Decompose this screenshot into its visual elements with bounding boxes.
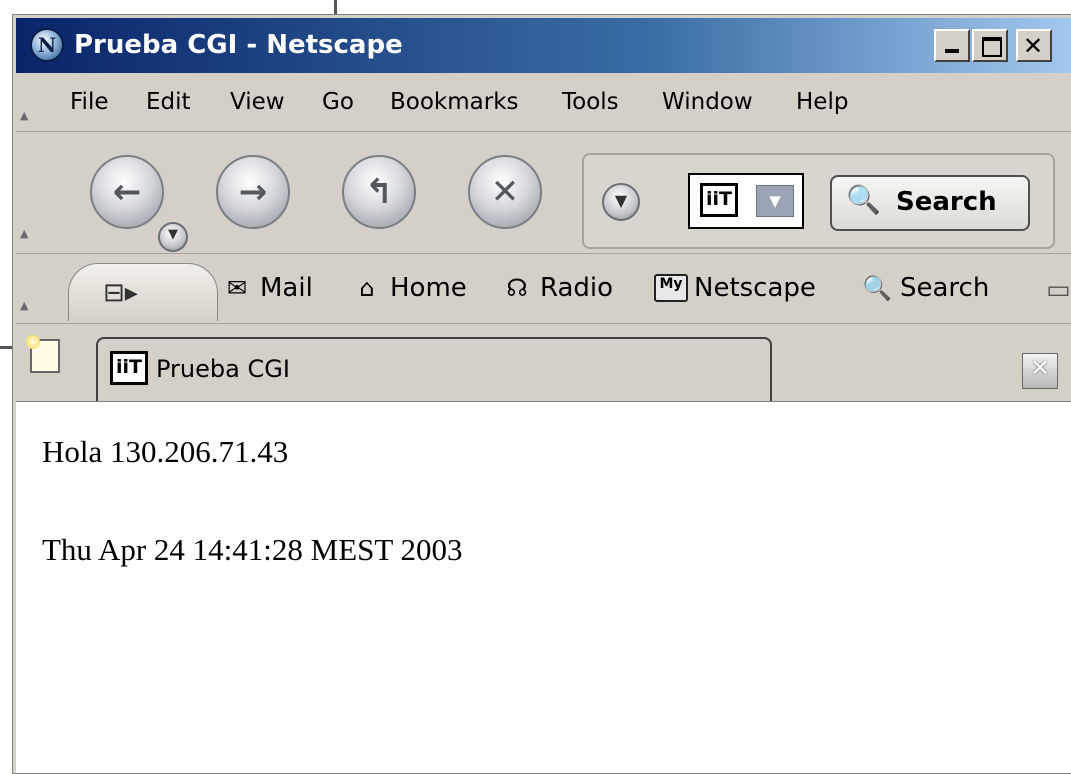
- menu-go[interactable]: Go: [322, 89, 354, 115]
- bookmark-radio-label: Radio: [540, 273, 614, 303]
- bookmark-search-label: Search: [900, 273, 990, 303]
- maximize-button[interactable]: [972, 29, 1008, 62]
- bookmark-home[interactable]: ⌂ Home: [350, 273, 467, 309]
- minimize-icon: [945, 49, 959, 53]
- search-group: ▼ iiT ▼ 🔍 Search: [582, 153, 1055, 249]
- bookmark-netscape-label: Netscape: [694, 273, 816, 303]
- close-tab-icon[interactable]: ✕: [1022, 353, 1058, 389]
- search-options-dropdown[interactable]: ▼: [602, 183, 640, 221]
- new-tab-icon[interactable]: [26, 335, 60, 373]
- page-content: Hola 130.206.71.43 Thu Apr 24 14:41:28 M…: [16, 401, 1071, 773]
- menubar-grip-icon[interactable]: ▲: [20, 109, 34, 122]
- tab-strip: iiT Prueba CGI ✕: [16, 325, 1071, 403]
- greeting-text: Hola 130.206.71.43: [42, 434, 289, 469]
- minimize-button[interactable]: [934, 29, 970, 62]
- search-button[interactable]: 🔍 Search: [830, 175, 1030, 231]
- background-divider-horizontal: [0, 346, 12, 349]
- menu-help[interactable]: Help: [796, 89, 848, 115]
- menu-window[interactable]: Window: [662, 89, 753, 115]
- bookmark-home-label: Home: [390, 273, 467, 303]
- search-button-label: Search: [896, 187, 997, 217]
- bookmark-search[interactable]: 🔍 Search: [860, 273, 989, 309]
- search-engine-select[interactable]: iiT ▼: [688, 173, 804, 229]
- bookmark-mail-label: Mail: [260, 273, 313, 303]
- navbar-grip-icon[interactable]: ▲: [20, 227, 34, 240]
- menu-edit[interactable]: Edit: [146, 89, 191, 115]
- stop-button[interactable]: ✕: [468, 155, 542, 229]
- forward-arrow-icon: →: [238, 172, 268, 212]
- personal-toolbar-grip-icon[interactable]: ▲: [20, 299, 34, 312]
- folder-icon[interactable]: ▭: [1046, 275, 1071, 305]
- back-arrow-icon: ←: [112, 172, 142, 212]
- maximize-icon: [982, 37, 1002, 57]
- mail-icon: ✉: [226, 274, 248, 302]
- headphones-icon: ☊: [506, 274, 528, 302]
- bookmarks-menu-button[interactable]: ⊟▸: [68, 263, 218, 321]
- chevron-down-icon: ▼: [756, 185, 794, 217]
- magnifier-icon: 🔍: [846, 183, 881, 216]
- close-icon: ✕: [1023, 32, 1044, 60]
- browser-window: N Prueba CGI - Netscape ✕ ▲ File Edit Vi…: [12, 14, 1071, 774]
- reload-icon: ↰: [364, 172, 394, 212]
- back-button[interactable]: ←: [90, 155, 164, 229]
- bookmark-my-netscape[interactable]: My Netscape: [654, 273, 816, 309]
- search-engine-logo: iiT: [700, 183, 738, 217]
- menu-view[interactable]: View: [230, 89, 285, 115]
- close-button[interactable]: ✕: [1016, 29, 1052, 62]
- home-icon: ⌂: [359, 274, 375, 302]
- netscape-app-icon[interactable]: N: [30, 28, 64, 62]
- menu-tools[interactable]: Tools: [562, 89, 619, 115]
- bookmark-radio[interactable]: ☊ Radio: [500, 273, 613, 309]
- stop-icon: ✕: [490, 172, 520, 212]
- navigation-toolbar: ▲ ← ▼ → ↰ ✕ ▼ iiT ▼ 🔍 Search: [16, 133, 1071, 254]
- background-divider-vertical: [334, 0, 337, 14]
- reload-button[interactable]: ↰: [342, 155, 416, 229]
- tab-favicon: iiT: [110, 351, 148, 385]
- bookmarks-icon: ⊟▸: [103, 278, 138, 308]
- tab-label: Prueba CGI: [156, 355, 290, 383]
- chevron-down-icon: ▼: [168, 227, 178, 242]
- menu-bookmarks[interactable]: Bookmarks: [390, 89, 519, 115]
- my-netscape-icon: My: [654, 274, 688, 302]
- app-icon-letter: N: [37, 33, 57, 57]
- bookmark-mail[interactable]: ✉ Mail: [220, 273, 313, 309]
- back-history-dropdown[interactable]: ▼: [158, 222, 188, 252]
- menu-file[interactable]: File: [70, 89, 109, 115]
- tab-prueba-cgi[interactable]: iiT Prueba CGI: [96, 337, 772, 403]
- menu-bar: ▲ File Edit View Go Bookmarks Tools Wind…: [16, 75, 1071, 132]
- forward-button[interactable]: →: [216, 155, 290, 229]
- chevron-down-icon: ▼: [614, 191, 628, 210]
- search-icon: 🔍: [862, 274, 892, 302]
- window-title: Prueba CGI - Netscape: [74, 30, 403, 60]
- title-bar[interactable]: N Prueba CGI - Netscape ✕: [16, 18, 1071, 73]
- date-text: Thu Apr 24 14:41:28 MEST 2003: [42, 532, 463, 567]
- personal-toolbar: ▲ ⊟▸ ✉ Mail ⌂ Home ☊ Radio My Netscape 🔍 Sear…: [16, 255, 1071, 324]
